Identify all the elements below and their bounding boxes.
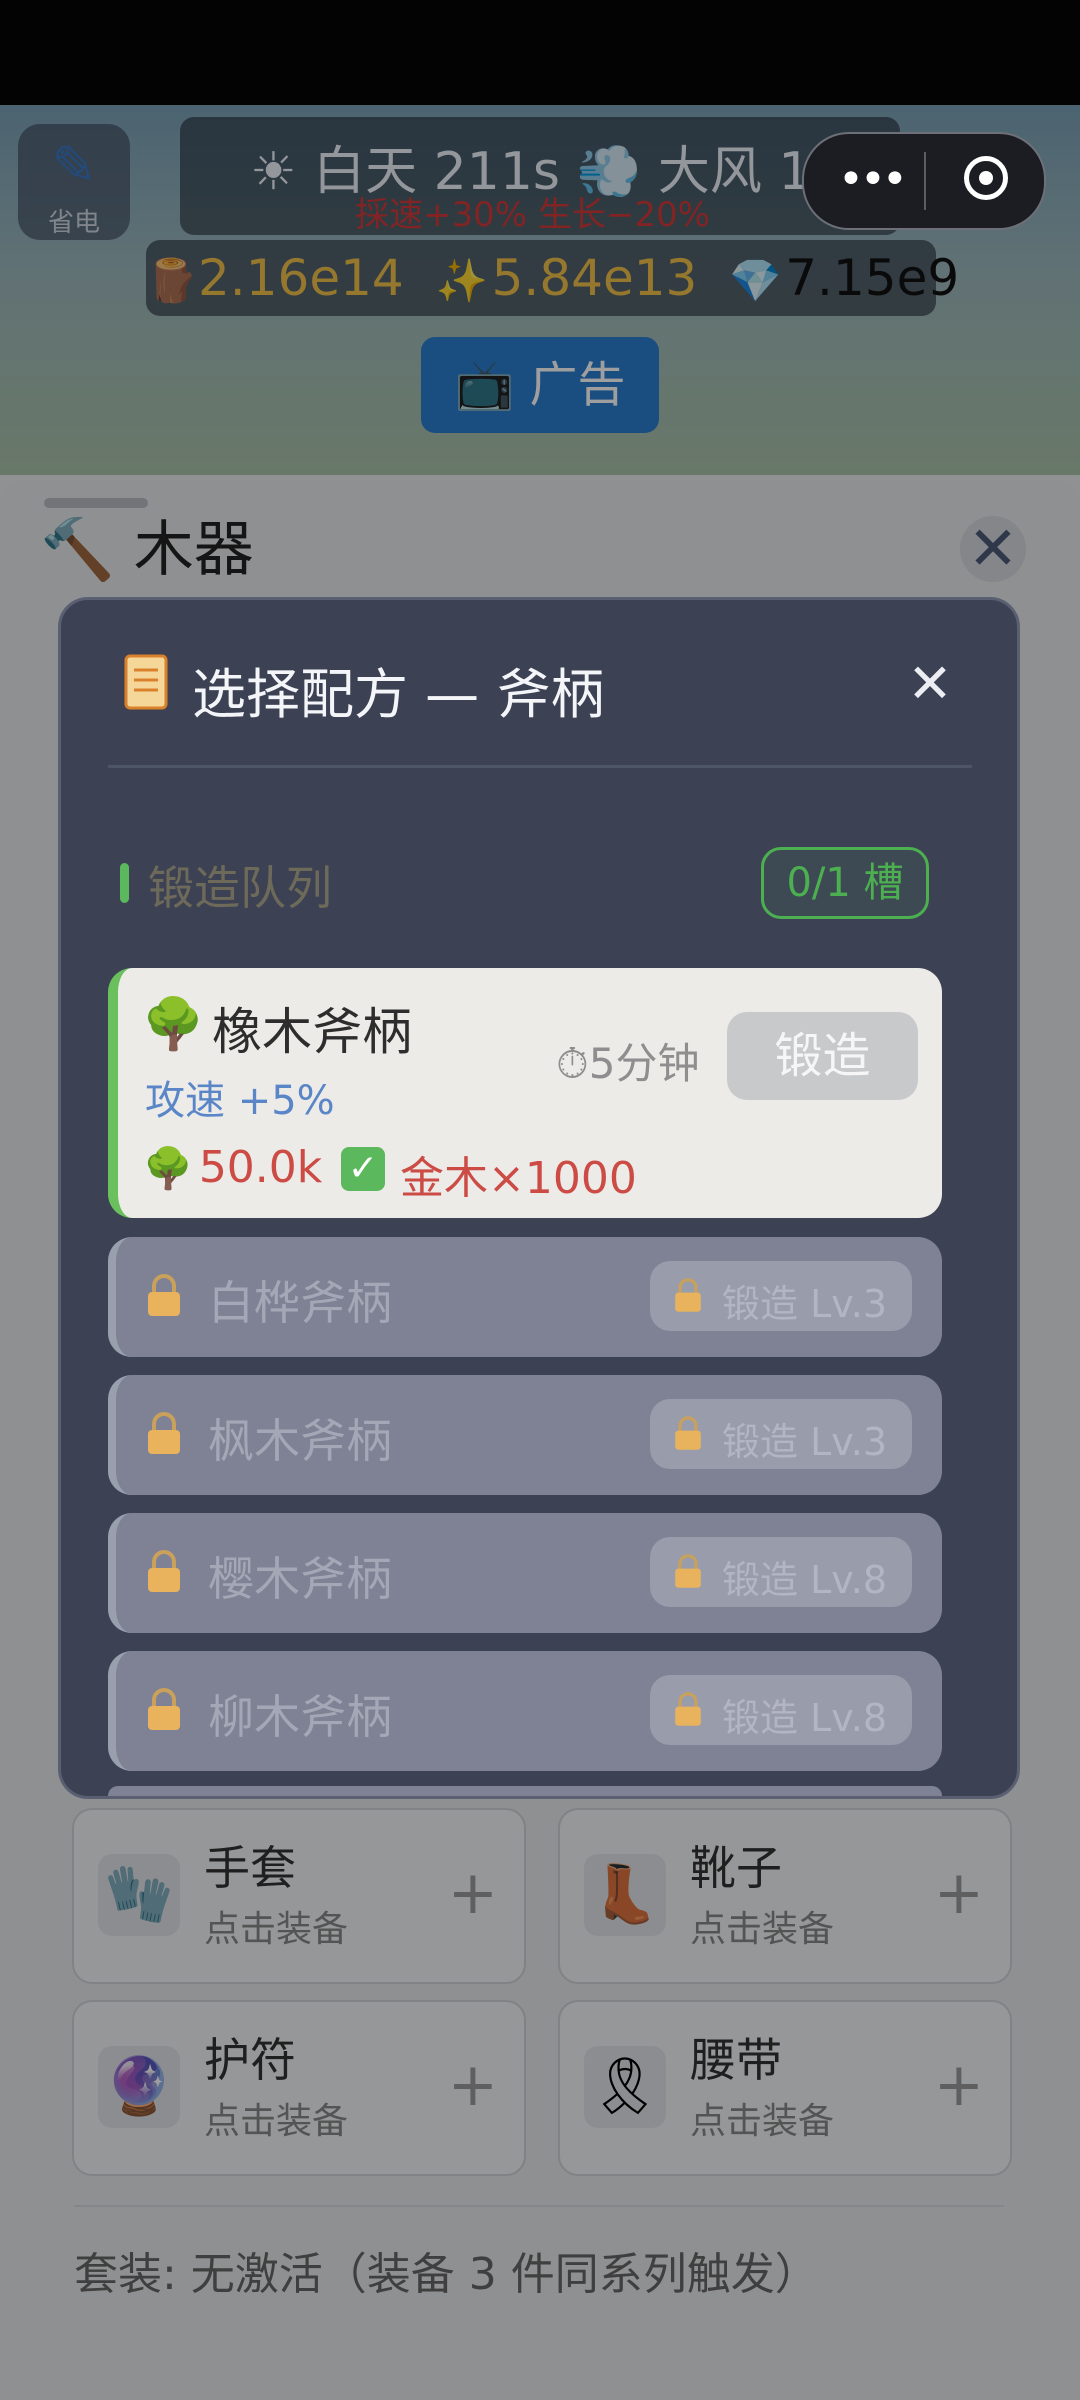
recipe-cost-material: 金木×1000 — [400, 1153, 637, 1204]
cost-wood-value: 50.0k — [198, 1142, 323, 1193]
check-icon: ✓ — [341, 1147, 385, 1191]
lock-icon — [675, 1416, 701, 1450]
lock-icon — [148, 1274, 180, 1316]
forge-button[interactable]: 锻造 — [727, 1012, 918, 1100]
unlock-requirement: 锻造 Lv.8 — [650, 1537, 912, 1607]
recipe-name: 白桦斧柄 — [208, 1276, 392, 1330]
unlock-requirement: 锻造 Lv.8 — [650, 1675, 912, 1745]
recipe-card-locked: 枫木斧柄 锻造 Lv.3 — [108, 1375, 942, 1495]
recipe-card-locked: 樱木斧柄 锻造 Lv.8 — [108, 1513, 942, 1633]
unlock-requirement-text: 锻造 Lv.3 — [722, 1282, 888, 1326]
modal-title: 选择配方 — 斧柄 — [192, 663, 605, 726]
recipe-card-locked: 柳木斧柄 锻造 Lv.8 — [108, 1651, 942, 1771]
queue-accent-bar — [120, 863, 129, 903]
lock-icon — [675, 1278, 701, 1312]
capsule-divider — [924, 152, 926, 210]
unlock-requirement-text: 锻造 Lv.8 — [722, 1696, 888, 1740]
queue-slot-badge: 0/1 槽 — [761, 847, 929, 919]
unlock-requirement-text: 锻造 Lv.3 — [722, 1420, 888, 1464]
recipe-name: 樱木斧柄 — [208, 1552, 392, 1606]
lock-icon — [148, 1550, 180, 1592]
miniprogram-capsule: ••• — [802, 132, 1046, 230]
lock-icon — [675, 1692, 701, 1726]
unlock-requirement: 锻造 Lv.3 — [650, 1261, 912, 1331]
recipe-name: 枫木斧柄 — [208, 1414, 392, 1468]
recipe-card-locked: 白桦斧柄 锻造 Lv.3 — [108, 1237, 942, 1357]
recipe-cost-wood: 🌳 50.0k — [143, 1142, 322, 1193]
recipe-stat: 攻速 +5% — [145, 1078, 335, 1124]
lock-icon — [148, 1412, 180, 1454]
more-options-icon[interactable]: ••• — [838, 154, 908, 206]
scroll-icon — [124, 654, 168, 710]
close-miniprogram-icon[interactable] — [964, 156, 1008, 200]
lock-icon — [148, 1688, 180, 1730]
tree-icon: 🌳 — [142, 995, 205, 1053]
recipe-name: 柳木斧柄 — [208, 1690, 392, 1744]
tree-icon: 🌳 — [143, 1146, 193, 1192]
modal-divider — [108, 765, 972, 768]
unlock-requirement: 锻造 Lv.3 — [650, 1399, 912, 1469]
recipe-card-peek — [108, 1786, 942, 1796]
recipe-time: ⏱5分钟 — [556, 1039, 700, 1088]
recipe-name: 橡木斧柄 — [212, 1003, 412, 1061]
lock-icon — [675, 1554, 701, 1588]
unlock-requirement-text: 锻造 Lv.8 — [722, 1558, 888, 1602]
modal-close-button[interactable]: ✕ — [900, 654, 960, 714]
forge-queue-label: 锻造队列 — [148, 861, 332, 915]
